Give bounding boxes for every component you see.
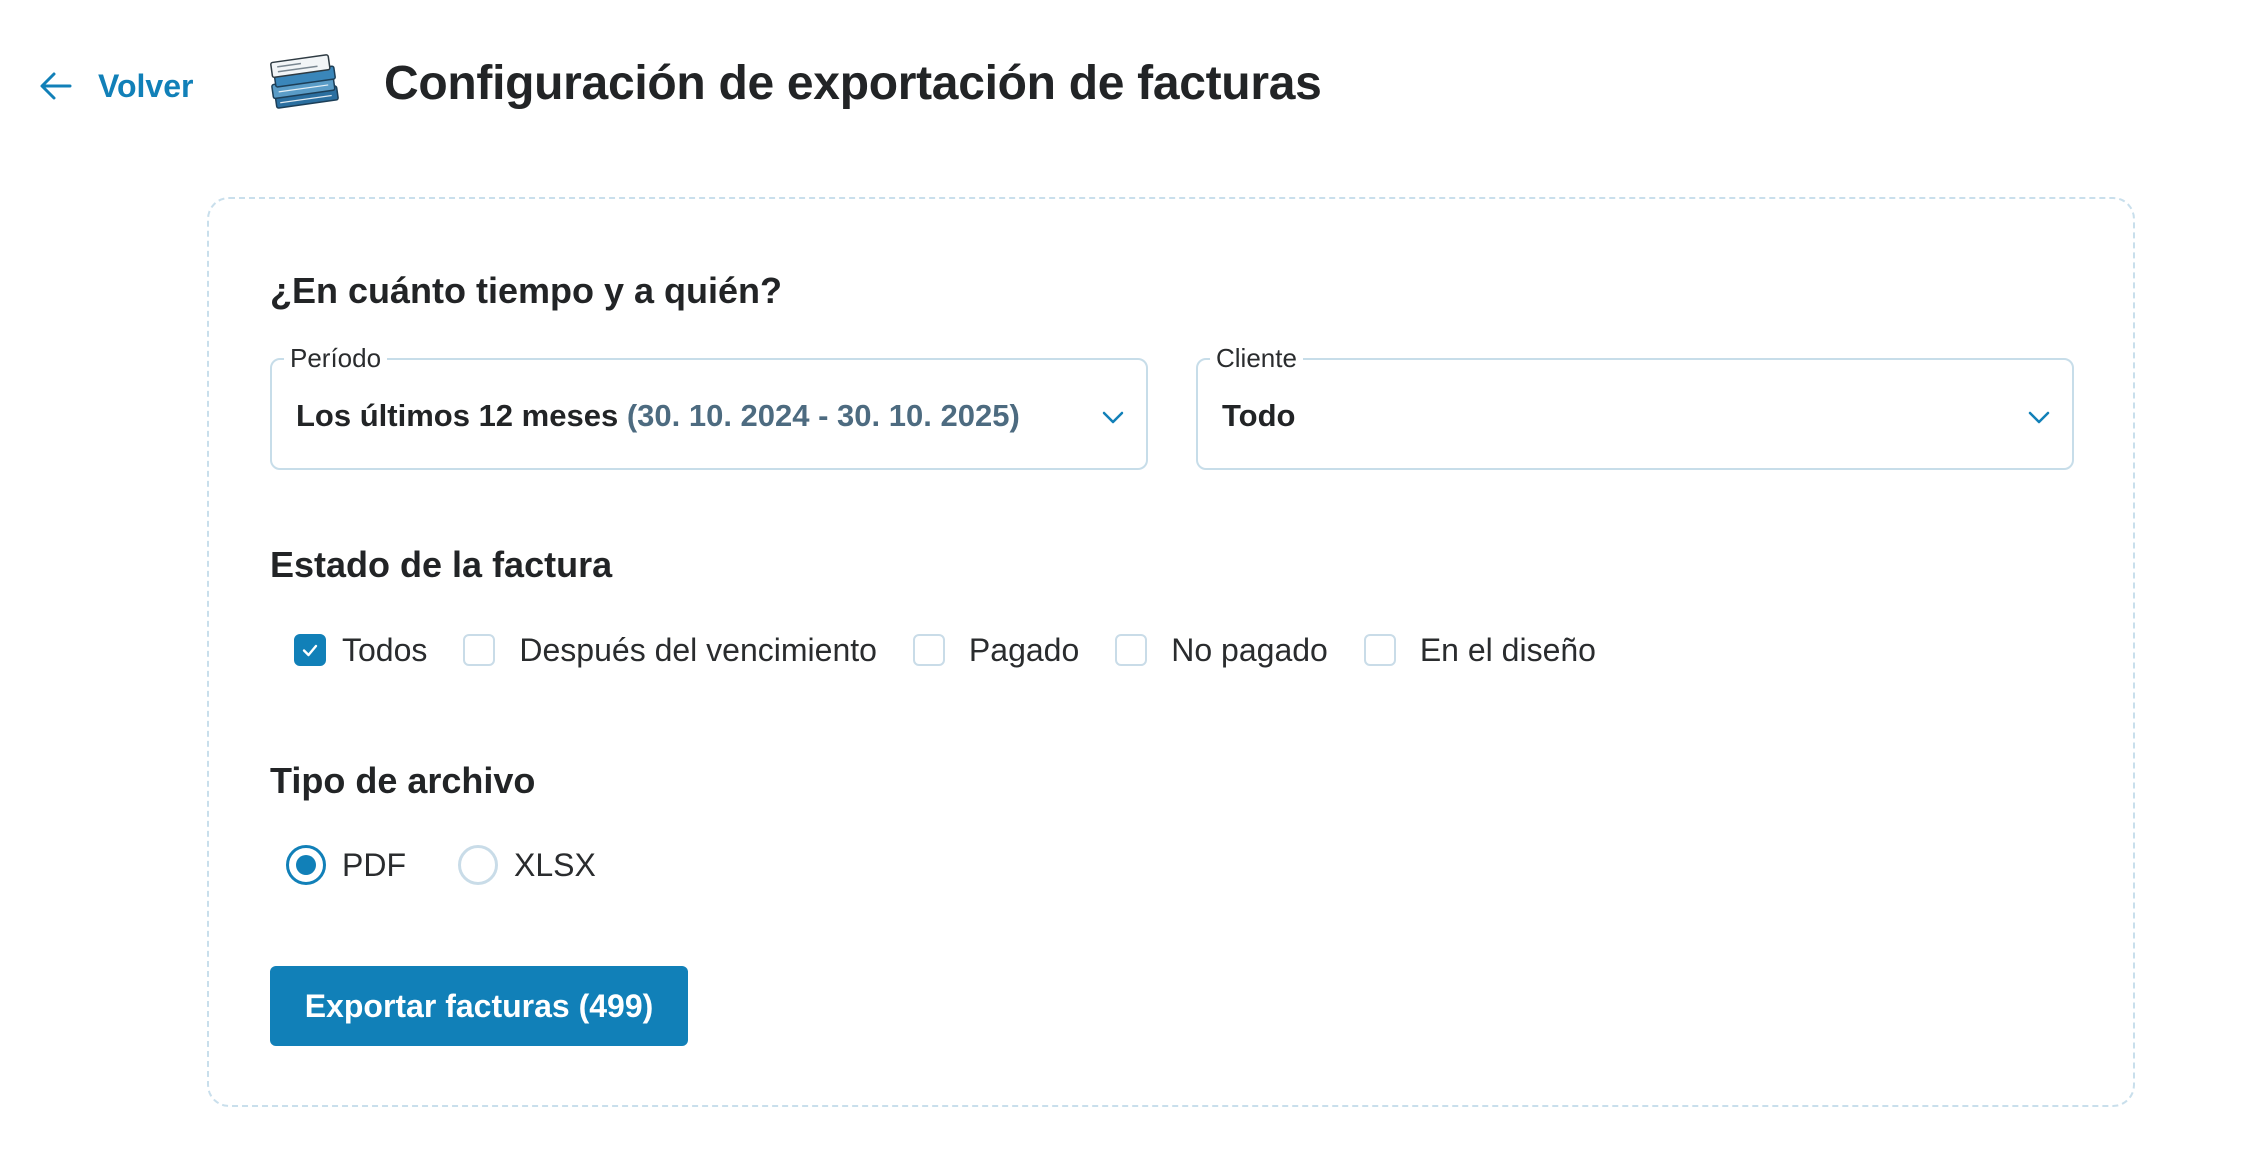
period-select-label: Período — [284, 342, 388, 374]
status-option-label: Pagado — [968, 631, 1080, 668]
status-option-draft[interactable]: En el diseño — [1363, 631, 1596, 669]
status-option-label: Después del vencimiento — [519, 631, 877, 668]
status-section-title: Estado de la factura — [270, 544, 613, 585]
status-option-label: No pagado — [1171, 631, 1328, 668]
radio-selected[interactable] — [286, 845, 326, 885]
period-range-text: (30. 10. 2024 - 30. 10. 2025) — [626, 398, 1020, 433]
filetype-options: PDF XLSX — [286, 843, 596, 887]
arrow-left-icon — [40, 72, 72, 100]
period-select[interactable]: Período Los últimos 12 meses (30. 10. 20… — [270, 342, 1148, 470]
filetype-option-pdf[interactable]: PDF — [286, 845, 406, 885]
export-invoices-button[interactable]: Exportar facturas (499) — [270, 966, 688, 1046]
radio[interactable] — [458, 845, 498, 885]
page-header: Volver Configuración de exportación de f… — [0, 0, 2252, 170]
status-options: Todos Después del vencimiento Pagado No … — [294, 628, 1596, 672]
status-option-todos[interactable]: Todos — [294, 632, 427, 669]
checkbox[interactable] — [1363, 634, 1396, 666]
invoice-stack-icon — [270, 54, 339, 109]
page-title: Configuración de exportación de facturas — [384, 57, 1322, 110]
filetype-option-label: XLSX — [514, 846, 596, 883]
check-icon — [302, 644, 318, 657]
radio-dot — [296, 855, 316, 875]
period-select-value: Los últimos 12 meses (30. 10. 2024 - 30.… — [296, 398, 1020, 434]
checkbox-checked[interactable] — [294, 634, 326, 666]
client-select[interactable]: Cliente Todo — [1196, 342, 2074, 470]
checkbox[interactable] — [912, 634, 945, 666]
client-select-value: Todo — [1222, 398, 1296, 433]
filetype-section-title: Tipo de archivo — [270, 760, 536, 801]
client-select-label: Cliente — [1210, 342, 1303, 374]
filetype-option-label: PDF — [342, 846, 406, 883]
period-value-text: Los últimos 12 meses — [296, 398, 619, 433]
filetype-option-xlsx[interactable]: XLSX — [458, 845, 596, 885]
chevron-down-icon — [1102, 411, 1124, 424]
status-option-label: Todos — [342, 631, 428, 668]
status-option-unpaid[interactable]: No pagado — [1115, 632, 1328, 669]
status-option-overdue[interactable]: Después del vencimiento — [463, 632, 877, 669]
period-section-title: ¿En cuánto tiempo y a quién? — [270, 270, 783, 311]
status-option-paid[interactable]: Pagado — [912, 631, 1080, 669]
back-link[interactable]: Volver — [36, 64, 193, 108]
status-option-label: En el diseño — [1419, 631, 1596, 668]
back-link-label: Volver — [98, 67, 194, 104]
checkbox[interactable] — [1115, 634, 1148, 666]
chevron-down-icon — [2028, 411, 2050, 424]
checkbox[interactable] — [463, 634, 496, 666]
